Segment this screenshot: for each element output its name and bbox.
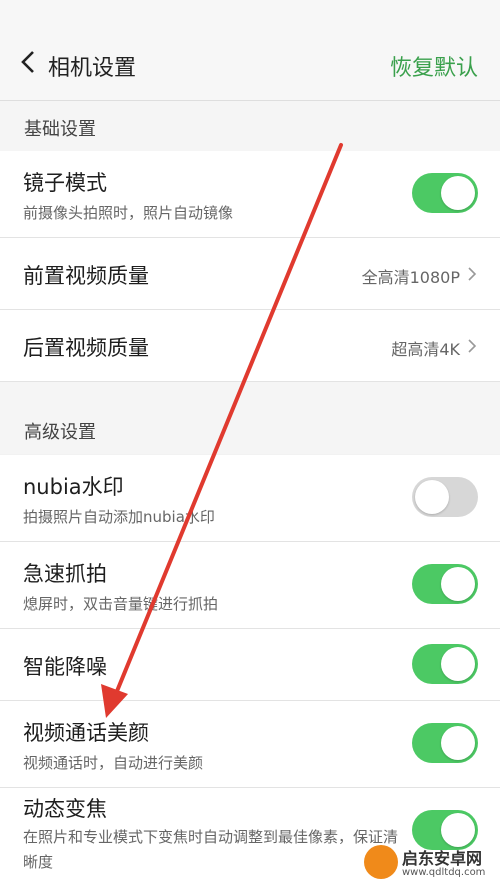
row-title: 动态变焦 [23, 797, 107, 821]
watermark-logo-icon [364, 845, 398, 879]
restore-defaults-button[interactable]: 恢复默认 [390, 50, 478, 82]
settings-row-nubia-watermark[interactable]: nubia水印 拍摄照片自动添加nubia水印 [0, 455, 500, 542]
chevron-right-icon [468, 339, 477, 353]
toggle-knob [441, 176, 475, 210]
section-header-advanced: 高级设置 [0, 382, 500, 454]
row-title: 急速抓拍 [23, 562, 107, 586]
toggle-knob [441, 726, 475, 760]
row-subtitle: 视频通话时，自动进行美颜 [23, 754, 204, 772]
quick-snap-toggle[interactable] [412, 564, 478, 604]
row-subtitle: 在照片和专业模式下变焦时自动调整到最佳像素，保证清晰度 [23, 828, 399, 871]
page-title: 相机设置 [48, 56, 137, 81]
mirror-mode-toggle[interactable] [412, 173, 478, 213]
row-value: 全高清1080P [361, 268, 460, 287]
toggle-knob [441, 813, 475, 847]
site-watermark: 启东安卓网 www.qdltdq.com [364, 843, 492, 883]
section-header-basic: 基础设置 [0, 101, 500, 151]
toggle-knob [415, 480, 449, 514]
row-title: 视频通话美颜 [23, 721, 149, 745]
row-subtitle: 前摄像头拍照时，照片自动镜像 [23, 204, 234, 222]
watermark-url: www.qdltdq.com [402, 867, 486, 878]
settings-row-mirror-mode[interactable]: 镜子模式 前摄像头拍照时，照片自动镜像 [0, 151, 500, 238]
row-subtitle: 拍摄照片自动添加nubia水印 [23, 508, 215, 526]
settings-row-smart-noise-reduction[interactable]: 智能降噪 [0, 629, 500, 701]
section-label: 高级设置 [24, 422, 96, 443]
row-value: 超高清4K [391, 340, 460, 359]
settings-row-rear-video-quality[interactable]: 后置视频质量 超高清4K [0, 310, 500, 382]
video-call-beauty-toggle[interactable] [412, 723, 478, 763]
watermark-text: 启东安卓网 [402, 849, 483, 868]
row-title: 后置视频质量 [23, 336, 149, 360]
smart-noise-reduction-toggle[interactable] [412, 644, 478, 684]
toggle-knob [441, 567, 475, 601]
row-title: nubia水印 [23, 475, 124, 499]
row-title: 前置视频质量 [23, 264, 149, 288]
row-subtitle: 熄屏时，双击音量键进行抓拍 [23, 595, 219, 613]
settings-row-quick-snap[interactable]: 急速抓拍 熄屏时，双击音量键进行抓拍 [0, 542, 500, 629]
settings-row-front-video-quality[interactable]: 前置视频质量 全高清1080P [0, 238, 500, 310]
app-header: 相机设置 恢复默认 [0, 0, 500, 101]
section-label: 基础设置 [24, 119, 96, 140]
toggle-knob [441, 647, 475, 681]
nubia-watermark-toggle[interactable] [412, 477, 478, 517]
chevron-right-icon [468, 267, 477, 281]
back-arrow-icon[interactable] [18, 48, 40, 76]
settings-row-video-call-beauty[interactable]: 视频通话美颜 视频通话时，自动进行美颜 [0, 701, 500, 788]
row-title: 镜子模式 [23, 171, 107, 195]
row-title: 智能降噪 [23, 655, 107, 679]
